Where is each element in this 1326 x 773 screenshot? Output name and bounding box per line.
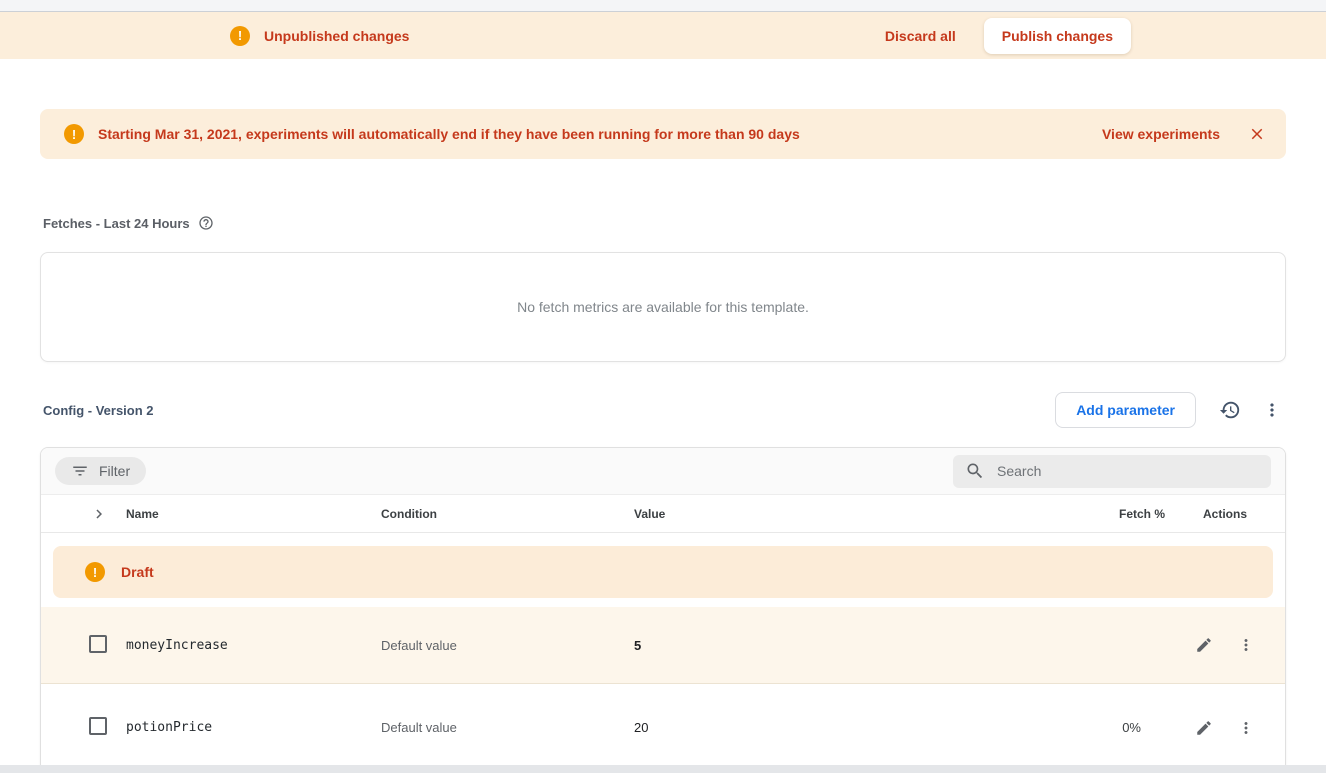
help-icon <box>198 215 214 231</box>
row-overflow-menu-button[interactable] <box>1231 713 1261 743</box>
config-version-title: Config - Version 2 <box>43 403 154 418</box>
kebab-icon <box>1237 719 1255 737</box>
search-icon <box>965 461 985 481</box>
param-condition: Default value <box>381 720 634 735</box>
expand-all-button[interactable] <box>89 504 109 524</box>
unpublished-changes-label: Unpublished changes <box>264 28 409 44</box>
pencil-icon <box>1195 719 1213 737</box>
search-input[interactable] <box>997 463 1259 479</box>
kebab-icon <box>1237 636 1255 654</box>
experiments-notice-actions: View experiments <box>1102 123 1268 145</box>
fetch-metrics-card: No fetch metrics are available for this … <box>40 252 1286 362</box>
history-icon <box>1219 399 1241 421</box>
draft-label: Draft <box>121 564 154 580</box>
alert-icon <box>85 562 105 582</box>
discard-all-button[interactable]: Discard all <box>885 28 956 44</box>
close-icon <box>1248 125 1266 143</box>
add-parameter-button[interactable]: Add parameter <box>1055 392 1196 428</box>
table-header-row: Name Condition Value Fetch % Actions <box>41 495 1285 533</box>
filter-icon <box>71 462 89 480</box>
table-row: moneyIncrease Default value 5 <box>41 607 1285 684</box>
publish-changes-button[interactable]: Publish changes <box>984 18 1131 54</box>
row-checkbox[interactable] <box>89 717 107 735</box>
help-button[interactable] <box>198 215 214 231</box>
filter-label: Filter <box>99 463 130 479</box>
param-condition: Default value <box>381 638 634 653</box>
param-value: 5 <box>634 638 1045 653</box>
alert-icon <box>64 124 84 144</box>
search-box[interactable] <box>953 455 1271 488</box>
view-experiments-link[interactable]: View experiments <box>1102 126 1220 142</box>
parameters-table-card: Filter Name Condition Value Fetch % Acti… <box>40 447 1286 772</box>
config-actions: Add parameter <box>1055 392 1290 428</box>
fetches-section-header: Fetches - Last 24 Hours <box>43 215 1326 231</box>
filter-chip[interactable]: Filter <box>55 457 146 485</box>
table-row: potionPrice Default value 20 0% <box>41 684 1285 771</box>
version-history-button[interactable] <box>1212 392 1248 428</box>
param-value: 20 <box>634 720 1045 735</box>
fetches-title: Fetches - Last 24 Hours <box>43 216 190 231</box>
unpublished-changes-status: Unpublished changes <box>230 26 409 46</box>
page-bottom-strip <box>0 765 1326 773</box>
draft-banner: Draft <box>53 546 1273 598</box>
table-toolbar: Filter <box>41 448 1285 495</box>
row-overflow-menu-button[interactable] <box>1231 630 1261 660</box>
close-banner-button[interactable] <box>1246 123 1268 145</box>
column-header-name: Name <box>126 507 381 521</box>
browser-chrome-strip <box>0 0 1326 12</box>
config-overflow-menu-button[interactable] <box>1254 392 1290 428</box>
column-header-value: Value <box>634 507 1045 521</box>
param-name: potionPrice <box>126 720 381 735</box>
config-section-header: Config - Version 2 Add parameter <box>43 388 1290 432</box>
experiments-notice-content: Starting Mar 31, 2021, experiments will … <box>64 124 800 144</box>
param-name: moneyIncrease <box>126 638 381 653</box>
kebab-icon <box>1262 400 1282 420</box>
draft-banner-wrap: Draft <box>41 533 1285 607</box>
unpublished-changes-actions: Discard all Publish changes <box>885 18 1131 54</box>
column-header-actions: Actions <box>1165 507 1285 521</box>
param-fetch-percent: 0% <box>1045 720 1165 735</box>
no-metrics-message: No fetch metrics are available for this … <box>517 299 809 315</box>
edit-parameter-button[interactable] <box>1189 713 1219 743</box>
alert-icon <box>230 26 250 46</box>
column-header-condition: Condition <box>381 507 634 521</box>
column-header-fetch: Fetch % <box>1045 507 1165 521</box>
experiments-notice-banner: Starting Mar 31, 2021, experiments will … <box>40 109 1286 159</box>
experiments-notice-text: Starting Mar 31, 2021, experiments will … <box>98 126 800 142</box>
edit-parameter-button[interactable] <box>1189 630 1219 660</box>
unpublished-changes-bar: Unpublished changes Discard all Publish … <box>0 12 1326 59</box>
row-checkbox[interactable] <box>89 635 107 653</box>
chevron-right-icon <box>90 505 108 523</box>
pencil-icon <box>1195 636 1213 654</box>
